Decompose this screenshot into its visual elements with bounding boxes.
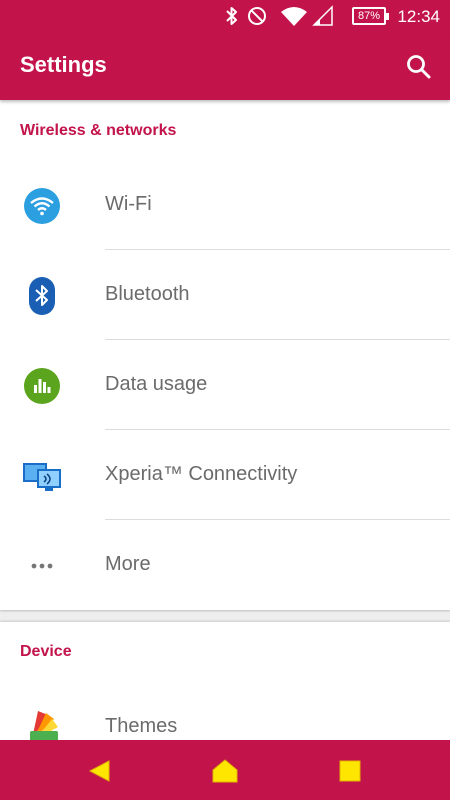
- bluetooth-icon: [29, 277, 55, 315]
- xperia-connectivity-icon: [23, 463, 61, 491]
- data-usage-icon: [24, 368, 60, 404]
- settings-item-xperia-connectivity[interactable]: Xperia™ Connectivity: [0, 430, 450, 520]
- wireless-networks-card: Wireless & networks Wi-Fi Bluetooth Data…: [0, 100, 450, 610]
- battery-indicator: 87%: [352, 7, 389, 25]
- settings-item-label: Bluetooth: [105, 283, 190, 305]
- wifi-signal-icon: [281, 7, 307, 26]
- navigation-bar: [0, 740, 450, 800]
- do-not-disturb-icon: [248, 7, 266, 25]
- back-icon[interactable]: [87, 758, 113, 784]
- settings-item-data-usage[interactable]: Data usage: [0, 340, 450, 430]
- settings-item-bluetooth[interactable]: Bluetooth: [0, 250, 450, 340]
- app-bar: Settings: [0, 34, 450, 100]
- bluetooth-icon: [226, 7, 237, 25]
- section-header-device: Device: [20, 643, 72, 660]
- search-icon[interactable]: [402, 50, 436, 84]
- device-card: Device Themes: [0, 622, 450, 747]
- settings-item-label: Data usage: [105, 373, 208, 395]
- cellular-signal-icon: [312, 5, 333, 26]
- settings-item-label: Xperia™ Connectivity: [105, 463, 298, 485]
- home-icon[interactable]: [212, 758, 238, 784]
- wifi-icon: [24, 188, 60, 224]
- settings-item-label: More: [105, 553, 151, 575]
- recents-icon[interactable]: [337, 758, 363, 784]
- more-icon: [31, 563, 53, 569]
- section-header-wireless: Wireless & networks: [20, 122, 177, 139]
- settings-item-label: Themes: [105, 715, 178, 737]
- status-time: 12:34: [397, 7, 440, 26]
- settings-item-more[interactable]: More: [0, 520, 450, 610]
- status-bar: 87% 12:34: [0, 0, 450, 34]
- settings-item-wifi[interactable]: Wi-Fi: [0, 160, 450, 250]
- settings-item-label: Wi-Fi: [105, 193, 152, 215]
- page-title: Settings: [20, 52, 107, 77]
